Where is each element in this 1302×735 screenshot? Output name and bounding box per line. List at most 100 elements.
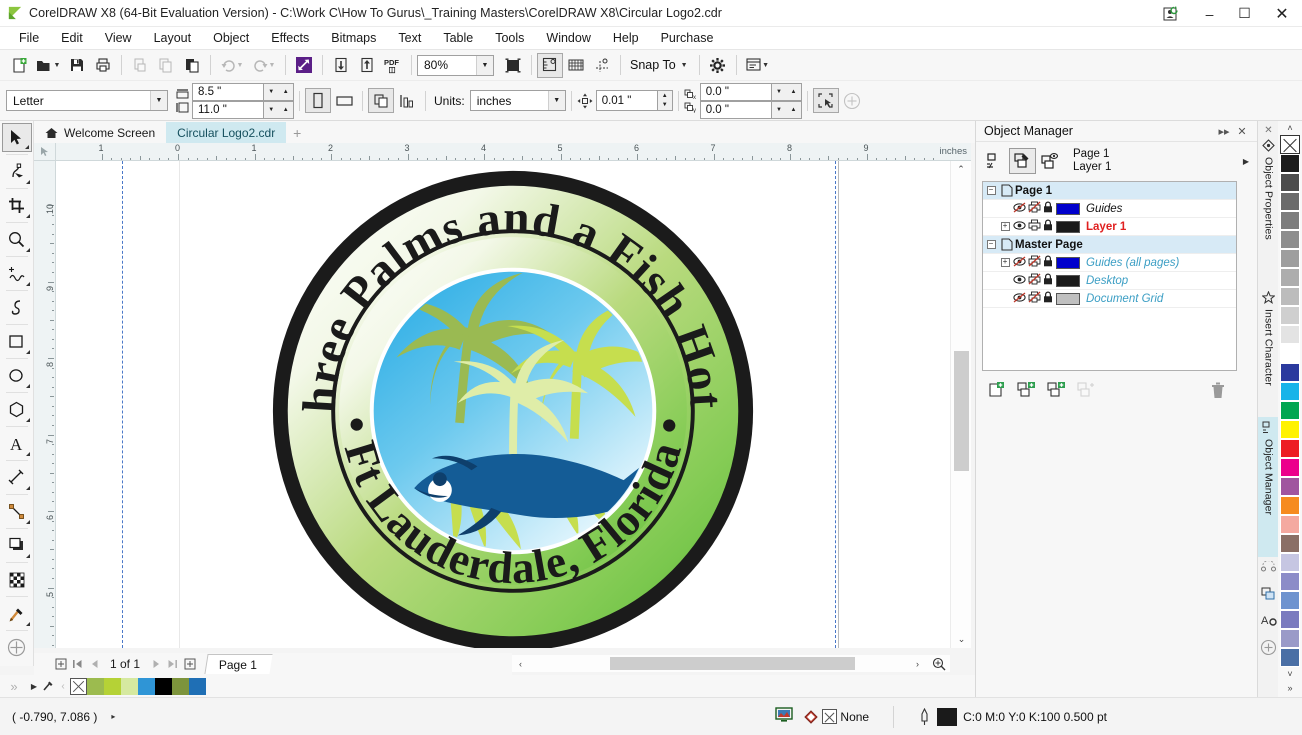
insert-page-after-button[interactable]: [181, 655, 198, 673]
visibility-toggle-icon[interactable]: [1013, 274, 1026, 288]
palette-swatch-3[interactable]: [1280, 192, 1300, 211]
menu-purchase[interactable]: Purchase: [650, 28, 725, 48]
palette-swatch-7[interactable]: [1280, 268, 1300, 287]
crop-tool[interactable]: [2, 191, 32, 220]
previous-page-button[interactable]: [86, 655, 103, 673]
printable-toggle-icon[interactable]: [1028, 273, 1041, 288]
flyout-arrow-icon[interactable]: [25, 282, 30, 286]
flyout-arrow-icon[interactable]: [25, 520, 30, 524]
menu-view[interactable]: View: [94, 28, 143, 48]
palette-swatch-2[interactable]: [1280, 173, 1300, 192]
menu-file[interactable]: File: [8, 28, 50, 48]
chevron-down-icon[interactable]: ▼: [547, 91, 565, 110]
menu-window[interactable]: Window: [535, 28, 601, 48]
palette-swatch-13[interactable]: [1280, 382, 1300, 401]
new-master-layer-odd-button[interactable]: [1012, 378, 1042, 402]
swatch-black[interactable]: [155, 677, 172, 695]
docker-close-button[interactable]: ✕: [1233, 122, 1251, 140]
layer-tree-row[interactable]: Desktop: [983, 272, 1236, 290]
current-page-button[interactable]: [394, 88, 420, 113]
smart-fill-tool[interactable]: [2, 293, 32, 322]
layer-tree-row[interactable]: + Guides (all pages): [983, 254, 1236, 272]
application-launcher-button[interactable]: ▼: [742, 53, 774, 78]
vertical-ruler[interactable]: 10987654321: [34, 161, 56, 648]
layer-color-chip[interactable]: [1056, 256, 1080, 269]
nudge-offset-field[interactable]: 0.01 ": [595, 90, 658, 111]
page-tab-page1[interactable]: Page 1: [204, 654, 273, 674]
flyout-arrow-icon[interactable]: [25, 554, 30, 558]
chevron-down-icon[interactable]: ▼: [476, 55, 493, 75]
snap-to-label[interactable]: Snap To: [626, 58, 680, 72]
first-page-button[interactable]: [69, 655, 86, 673]
swatch-none[interactable]: [70, 677, 87, 695]
import-button[interactable]: [328, 53, 354, 78]
docker-tab-insert-character[interactable]: Insert Character: [1258, 287, 1279, 417]
zoom-tool[interactable]: [2, 225, 32, 254]
docker-strip-close[interactable]: ✕: [1258, 121, 1279, 136]
duplicate-x-spinner[interactable]: ▼ ▲: [771, 82, 802, 101]
tab-circular-logo2[interactable]: Circular Logo2.cdr: [166, 122, 287, 143]
duplicate-y-spinner[interactable]: ▼ ▲: [771, 100, 802, 119]
page-height-field[interactable]: 11.0 ": [192, 100, 264, 119]
portrait-orientation-button[interactable]: [305, 88, 331, 113]
color-eyedropper-tool[interactable]: [2, 599, 32, 628]
layer-color-chip[interactable]: [1056, 274, 1080, 287]
transform-icon[interactable]: [1258, 557, 1279, 583]
lock-icon[interactable]: [1043, 201, 1053, 216]
layer-tree-group-row[interactable]: − Master Page: [983, 236, 1236, 254]
menu-edit[interactable]: Edit: [50, 28, 94, 48]
rectangle-tool[interactable]: [2, 327, 32, 356]
chevron-down-icon[interactable]: ▼: [762, 62, 769, 69]
printable-toggle-icon[interactable]: [1028, 219, 1041, 234]
export-button[interactable]: [354, 53, 380, 78]
scroll-up-button[interactable]: ⌃: [951, 161, 971, 178]
guide-line[interactable]: [122, 161, 123, 648]
scroll-down-button[interactable]: ⌄: [951, 631, 972, 648]
swatch-dark-olive[interactable]: [172, 677, 189, 695]
layer-tree-row[interactable]: Document Grid: [983, 290, 1236, 308]
flyout-arrow-icon[interactable]: [25, 350, 30, 354]
vertical-scrollbar[interactable]: ⌃ ⌄: [950, 161, 971, 648]
swatch-sky-blue[interactable]: [138, 677, 155, 695]
layer-manager-view-button[interactable]: [1036, 148, 1063, 174]
color-proof-icon[interactable]: [775, 707, 794, 726]
text-properties-icon[interactable]: A: [1258, 609, 1279, 635]
eyedropper-small-icon[interactable]: [40, 680, 56, 692]
flyout-arrow-icon[interactable]: [24, 145, 29, 149]
show-rulers-button[interactable]: [537, 52, 563, 78]
duplicate-x-field[interactable]: 0.0 ": [699, 82, 772, 101]
docker-tab-object-properties[interactable]: Object Properties: [1258, 135, 1279, 287]
freehand-tool[interactable]: [2, 259, 32, 288]
flyout-arrow-icon[interactable]: [25, 248, 30, 252]
swatch-pale-green[interactable]: [121, 677, 138, 695]
menu-bitmaps[interactable]: Bitmaps: [320, 28, 387, 48]
add-tab-button[interactable]: +: [286, 122, 308, 143]
tab-welcome-screen[interactable]: Welcome Screen: [34, 122, 167, 143]
palette-swatch-none[interactable]: [1280, 135, 1300, 154]
next-page-button[interactable]: [147, 655, 164, 673]
palette-swatch-26[interactable]: [1280, 629, 1300, 648]
visibility-toggle-icon[interactable]: [1013, 255, 1026, 270]
text-tool[interactable]: A: [2, 429, 32, 458]
menu-table[interactable]: Table: [432, 28, 484, 48]
delete-layer-button[interactable]: [1203, 378, 1233, 402]
paper-type-combo[interactable]: Letter ▼: [6, 90, 168, 111]
outline-indicator[interactable]: C:0 M:0 Y:0 K:100 0.500 pt: [918, 707, 1107, 726]
layer-tree-group-row[interactable]: − Page 1: [983, 182, 1236, 200]
visibility-toggle-icon[interactable]: [1013, 201, 1026, 216]
publish-pdf-button[interactable]: PDF ◫: [380, 53, 406, 78]
swatch-yellow-green[interactable]: [104, 677, 121, 695]
palette-swatch-22[interactable]: [1280, 553, 1300, 572]
lock-icon[interactable]: [1043, 219, 1053, 234]
palette-expand-icon[interactable]: »: [0, 679, 28, 694]
visibility-toggle-icon[interactable]: [1013, 220, 1026, 234]
palette-swatch-10[interactable]: [1280, 325, 1300, 344]
expand-collapse-icon[interactable]: −: [983, 186, 999, 195]
horizontal-ruler[interactable]: 1 0 1 2 3 4 5 6 7 8 9 inches: [56, 143, 971, 161]
printable-toggle-icon[interactable]: [1028, 255, 1041, 270]
palette-scroll-left-icon[interactable]: ▶: [28, 682, 40, 691]
layer-tree-row[interactable]: + Layer 1: [983, 218, 1236, 236]
layer-color-chip[interactable]: [1056, 202, 1080, 215]
save-button[interactable]: [64, 53, 90, 78]
duplicate-y-field[interactable]: 0.0 ": [699, 100, 772, 119]
